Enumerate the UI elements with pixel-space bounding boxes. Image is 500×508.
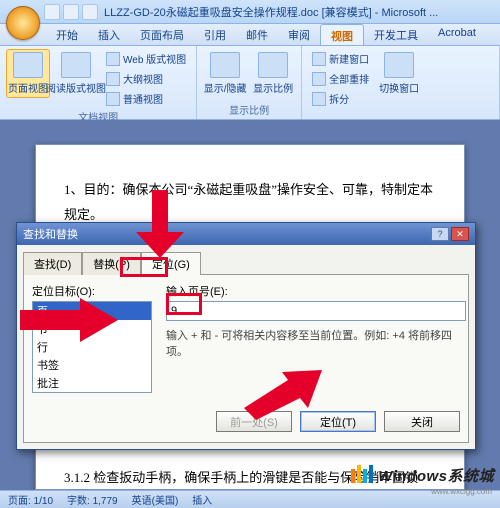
status-words[interactable]: 字数: 1,779 xyxy=(67,492,118,507)
tab-home[interactable]: 开始 xyxy=(46,24,88,45)
goto-target-list[interactable]: 页 节 行 书签 批注 脚注 xyxy=(32,301,152,393)
list-item[interactable]: 页 xyxy=(33,302,151,320)
web-layout-button[interactable]: Web 版式视图 xyxy=(102,49,190,68)
list-item[interactable]: 书签 xyxy=(33,356,151,374)
group-document-views: 页面视图 阅读版式视图 Web 版式视图 大纲视图 普通视图 文档视图 xyxy=(0,46,197,119)
dialog-help-icon[interactable]: ? xyxy=(431,227,449,241)
office-button[interactable] xyxy=(6,6,40,40)
save-icon[interactable] xyxy=(44,4,60,20)
dialog-pane: 定位目标(O): 页 节 行 书签 批注 脚注 输入页号(E): 输入 + 和 … xyxy=(23,274,469,443)
outline-button[interactable]: 大纲视图 xyxy=(102,69,190,88)
tab-acrobat[interactable]: Acrobat xyxy=(428,24,486,45)
draft-button[interactable]: 普通视图 xyxy=(102,89,190,108)
switch-windows-icon xyxy=(384,52,414,78)
new-window-icon xyxy=(312,52,326,66)
outline-icon xyxy=(106,72,120,86)
tab-references[interactable]: 引用 xyxy=(194,24,236,45)
new-window-button[interactable]: 新建窗口 xyxy=(308,49,373,68)
watermark: Windows系统城 xyxy=(351,465,494,486)
window-title: LLZZ-GD-20永磁起重吸盘安全操作规程.doc [兼容模式] - Micr… xyxy=(104,4,496,20)
show-hide-button[interactable]: 显示/隐藏 xyxy=(203,49,247,98)
tab-pagelayout[interactable]: 页面布局 xyxy=(130,24,194,45)
dialog-tabs: 查找(D) 替换(P) 定位(G) xyxy=(17,245,475,274)
goto-hint: 输入 + 和 - 可将相关内容移至当前位置。例如: +4 将前移四项。 xyxy=(166,327,466,359)
undo-icon[interactable] xyxy=(63,4,79,20)
split-icon xyxy=(312,92,326,106)
status-insert[interactable]: 插入 xyxy=(192,492,212,507)
tab-review[interactable]: 审阅 xyxy=(278,24,320,45)
quick-access-toolbar xyxy=(44,4,98,20)
list-item[interactable]: 行 xyxy=(33,338,151,356)
draft-icon xyxy=(106,92,120,106)
find-replace-dialog: 查找和替换 ? ✕ 查找(D) 替换(P) 定位(G) 定位目标(O): 页 节… xyxy=(16,222,476,450)
web-layout-icon xyxy=(106,52,120,66)
zoom-icon xyxy=(258,52,288,78)
arrange-all-icon xyxy=(312,72,326,86)
tab-mailings[interactable]: 邮件 xyxy=(236,24,278,45)
print-layout-icon xyxy=(13,52,43,78)
tab-insert[interactable]: 插入 xyxy=(88,24,130,45)
status-lang[interactable]: 英语(美国) xyxy=(132,492,179,507)
tab-view[interactable]: 视图 xyxy=(320,24,364,45)
group-label: 显示比例 xyxy=(203,101,295,117)
goto-target-label: 定位目标(O): xyxy=(32,283,152,299)
status-bar: 页面: 1/10 字数: 1,779 英语(美国) 插入 xyxy=(0,490,500,508)
list-item[interactable]: 批注 xyxy=(33,374,151,392)
page-number-input[interactable] xyxy=(166,301,466,321)
redo-icon[interactable] xyxy=(82,4,98,20)
zoom-button[interactable]: 显示比例 xyxy=(251,49,295,98)
print-layout-button[interactable]: 页面视图 xyxy=(6,49,50,98)
goto-button[interactable]: 定位(T) xyxy=(300,411,376,432)
close-button[interactable]: 关闭 xyxy=(384,411,460,432)
watermark-bars-icon xyxy=(351,465,375,486)
status-page[interactable]: 页面: 1/10 xyxy=(8,492,53,507)
dialog-title: 查找和替换 xyxy=(23,226,78,242)
show-hide-icon xyxy=(210,52,240,78)
title-bar: LLZZ-GD-20永磁起重吸盘安全操作规程.doc [兼容模式] - Micr… xyxy=(0,0,500,24)
reading-layout-button[interactable]: 阅读版式视图 xyxy=(54,49,98,98)
split-button[interactable]: 拆分 xyxy=(308,89,373,108)
arrange-all-button[interactable]: 全部重排 xyxy=(308,69,373,88)
dialog-tab-replace[interactable]: 替换(P) xyxy=(82,252,141,275)
dialog-tab-find[interactable]: 查找(D) xyxy=(23,252,82,275)
ribbon-tabs: 开始 插入 页面布局 引用 邮件 审阅 视图 开发工具 Acrobat xyxy=(0,24,500,46)
list-item[interactable]: 节 xyxy=(33,320,151,338)
ribbon: 页面视图 阅读版式视图 Web 版式视图 大纲视图 普通视图 文档视图 显示/隐… xyxy=(0,46,500,120)
watermark-text: Windows系统城 xyxy=(378,465,494,486)
page-number-label: 输入页号(E): xyxy=(166,283,466,299)
tab-developer[interactable]: 开发工具 xyxy=(364,24,428,45)
group-zoom: 显示/隐藏 显示比例 显示比例 xyxy=(197,46,302,119)
previous-button: 前一处(S) xyxy=(216,411,292,432)
dialog-titlebar[interactable]: 查找和替换 ? ✕ xyxy=(17,223,475,245)
dialog-tab-goto[interactable]: 定位(G) xyxy=(141,252,201,275)
reading-layout-icon xyxy=(61,52,91,78)
group-window: 新建窗口 全部重排 拆分 切换窗口 xyxy=(302,46,500,119)
watermark-url: www.wxclgg.com xyxy=(431,487,492,496)
switch-windows-button[interactable]: 切换窗口 xyxy=(377,49,421,98)
paragraph: 1、目的：确保本公司“永磁起重吸盘”操作安全、可靠，特制定本规定。 xyxy=(64,178,436,227)
dialog-close-icon[interactable]: ✕ xyxy=(451,227,469,241)
list-item[interactable]: 脚注 xyxy=(33,392,151,393)
